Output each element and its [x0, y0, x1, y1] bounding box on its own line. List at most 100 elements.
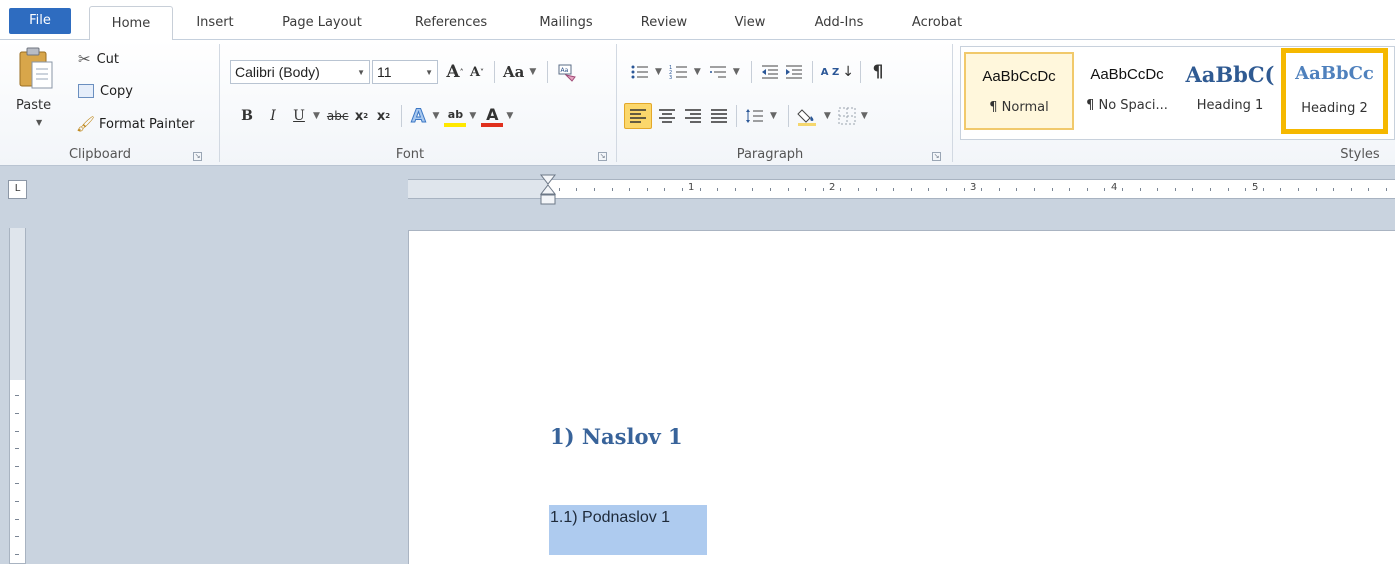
tab-add-ins[interactable]: Add-Ins	[803, 6, 875, 40]
tab-selector-button[interactable]: L	[8, 180, 27, 199]
style-heading-2[interactable]: AaBbCc Heading 2	[1281, 48, 1388, 134]
ruler-tick	[15, 536, 19, 537]
ruler-tick	[1104, 188, 1105, 191]
paragraph-row-2: ▼ ▼ ▼	[624, 102, 873, 130]
document-heading-2[interactable]: 1.1) Podnaslov 1	[550, 509, 670, 527]
shading-button[interactable]	[795, 103, 821, 129]
ruler-tick	[1316, 188, 1317, 191]
bullets-button[interactable]	[628, 59, 652, 85]
line-spacing-button[interactable]	[743, 103, 767, 129]
paragraph-launcher-icon[interactable]: ↘	[932, 152, 941, 161]
sort-button[interactable]: A Z	[819, 59, 841, 85]
decrease-indent-button[interactable]	[758, 59, 782, 85]
styles-group-label: Styles	[1340, 147, 1380, 162]
ruler-tick	[629, 188, 630, 191]
borders-button[interactable]	[836, 103, 858, 129]
document-heading-1[interactable]: 1) Naslov 1	[550, 424, 683, 449]
paste-button[interactable]: Paste ▼	[6, 44, 62, 144]
grow-font-button[interactable]: A ˄	[444, 59, 466, 85]
shrink-font-button[interactable]: A ˅	[466, 59, 488, 85]
font-name-value: Calibri (Body)	[235, 64, 320, 80]
divider	[400, 105, 402, 127]
show-formatting-marks-button[interactable]: ¶	[867, 59, 889, 85]
paste-dropdown-icon[interactable]: ▼	[36, 118, 42, 127]
tab-home[interactable]: Home	[89, 6, 173, 41]
paragraph-group-label: Paragraph	[736, 147, 804, 162]
format-painter-button[interactable]: 🖌 Format Painter	[76, 113, 195, 135]
chevron-down-icon[interactable]: ▼	[824, 111, 831, 121]
ribbon-tab-bar: File Home Insert Page Layout References …	[0, 0, 1395, 41]
tab-file[interactable]: File	[9, 8, 71, 34]
ruler-tick	[1052, 188, 1053, 191]
text-effects-button[interactable]: A	[408, 103, 430, 129]
ruler-tick	[576, 188, 577, 191]
tab-acrobat[interactable]: Acrobat	[902, 6, 972, 40]
style-name: ¶ No Spaci...	[1086, 98, 1168, 113]
font-color-button[interactable]: A	[481, 105, 504, 127]
font-launcher-icon[interactable]: ↘	[598, 152, 607, 161]
ruler-tick	[1069, 188, 1070, 191]
chevron-down-icon[interactable]: ▼	[694, 67, 701, 77]
paintbrush-icon: 🖌	[76, 115, 96, 133]
align-center-button[interactable]	[656, 103, 678, 129]
copy-button[interactable]: Copy	[78, 80, 133, 102]
tab-insert[interactable]: Insert	[190, 6, 240, 40]
align-right-icon	[685, 109, 701, 123]
multilevel-list-button[interactable]	[706, 59, 730, 85]
group-divider	[219, 44, 220, 162]
chevron-down-icon[interactable]: ▼	[313, 111, 320, 121]
italic-button[interactable]: I	[262, 103, 284, 129]
style-normal[interactable]: AaBbCcDc ¶ Normal	[964, 52, 1074, 130]
ruler-tick	[1034, 188, 1035, 191]
highlight-button[interactable]: ab	[444, 105, 467, 127]
paragraph-row-1: ▼ 123 ▼ ▼ A Z ↓ ¶	[628, 58, 889, 86]
numbering-button[interactable]: 123	[667, 59, 691, 85]
copy-icon	[78, 84, 94, 98]
tab-view[interactable]: View	[726, 6, 774, 40]
chevron-down-icon: ▼	[425, 67, 433, 77]
bold-button[interactable]: B	[236, 103, 258, 129]
underline-button[interactable]: U	[288, 103, 310, 129]
tab-page-layout[interactable]: Page Layout	[270, 6, 374, 40]
change-case-button[interactable]: Aa	[501, 59, 526, 85]
increase-indent-button[interactable]	[782, 59, 806, 85]
decrease-indent-icon	[761, 65, 778, 79]
ruler-tick	[1157, 188, 1158, 191]
superscript-button[interactable]: x2	[373, 103, 395, 129]
group-divider	[616, 44, 617, 162]
chevron-down-icon[interactable]: ▼	[506, 111, 513, 121]
tab-mailings[interactable]: Mailings	[527, 6, 605, 40]
chevron-down-icon[interactable]: ▼	[469, 111, 476, 121]
indent-marker-icon[interactable]	[538, 173, 558, 207]
clipboard-launcher-icon[interactable]: ↘	[193, 152, 202, 161]
ruler-tick	[559, 188, 560, 191]
ruler-tick	[15, 483, 19, 484]
chevron-down-icon[interactable]: ▼	[529, 67, 536, 77]
chevron-down-icon[interactable]: ▼	[770, 111, 777, 121]
justify-button[interactable]	[708, 103, 730, 129]
chevron-down-icon[interactable]: ▼	[733, 67, 740, 77]
ruler-tick	[15, 466, 19, 467]
subscript-button[interactable]: x2	[351, 103, 373, 129]
tab-review[interactable]: Review	[634, 6, 694, 40]
align-right-button[interactable]	[682, 103, 704, 129]
ruler-number: 5	[1252, 182, 1259, 193]
chevron-down-icon[interactable]: ▼	[861, 111, 868, 121]
chevron-down-icon[interactable]: ▼	[655, 67, 662, 77]
ruler-tick	[893, 188, 894, 191]
chevron-down-icon[interactable]: ▼	[433, 111, 440, 121]
strikethrough-button[interactable]: abc	[325, 103, 351, 129]
font-name-combo[interactable]: Calibri (Body) ▼	[230, 60, 370, 84]
paint-bucket-icon	[797, 109, 816, 126]
cut-button[interactable]: ✂ Cut	[78, 48, 119, 70]
arrow-down-icon: ↓	[842, 64, 854, 80]
align-left-button[interactable]	[624, 103, 652, 129]
clear-formatting-button[interactable]: Aa	[554, 59, 578, 85]
font-size-combo[interactable]: 11 ▼	[372, 60, 438, 84]
style-heading-1[interactable]: AaBbC( Heading 1	[1180, 52, 1280, 130]
ruler-tick	[1263, 188, 1264, 191]
style-name: ¶ Normal	[989, 100, 1049, 115]
style-no-spacing[interactable]: AaBbCcDc ¶ No Spaci...	[1072, 52, 1182, 130]
ruler-tick	[1016, 188, 1017, 191]
tab-references[interactable]: References	[404, 6, 498, 40]
